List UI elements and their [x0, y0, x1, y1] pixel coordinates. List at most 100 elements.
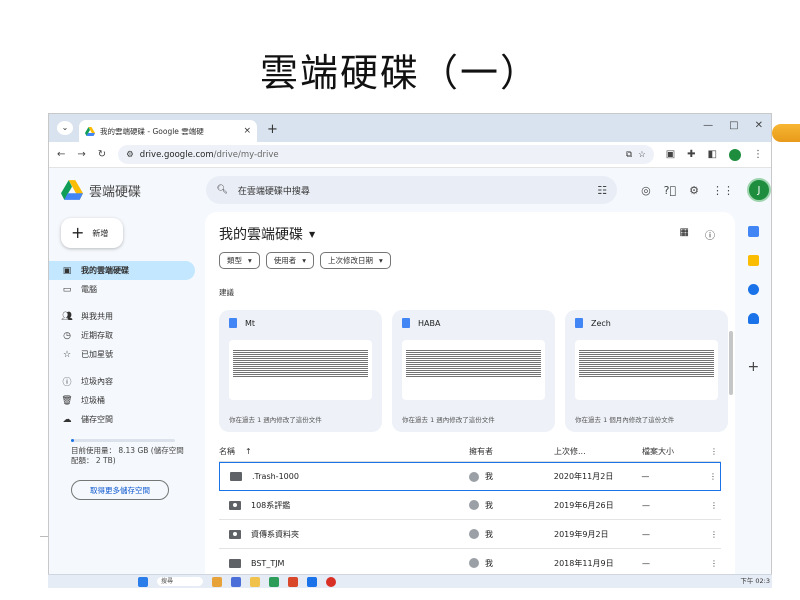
doc-icon	[402, 318, 410, 328]
tasks-icon[interactable]	[747, 284, 759, 295]
sidebar-item-my-drive[interactable]: ▣ 我的雲端硬碟	[49, 261, 195, 280]
filter-modified[interactable]: 上次修改日期 ▾	[320, 252, 391, 269]
url-field[interactable]: ⚙ drive.google.com/drive/my-drive ⧉ ☆	[118, 145, 654, 164]
sidebar-item-trash[interactable]: 🗑︎ 垃圾桶	[49, 391, 195, 410]
sidebar-item-shared[interactable]: 👥︎ 與我共用	[49, 307, 195, 326]
new-button[interactable]: + 新增	[61, 218, 123, 248]
drive-icon: ▣	[62, 265, 72, 276]
file-size: —	[642, 500, 650, 510]
col-name[interactable]: 名稱	[219, 446, 235, 457]
help-icon[interactable]: ?⃝	[664, 184, 676, 197]
bookmark-star-icon[interactable]: ☆	[638, 150, 646, 160]
sidebar-item-label: 與我共用	[81, 312, 113, 321]
slide-title: 雲端硬碟（一）	[259, 51, 540, 95]
doc-thumbnail	[229, 340, 372, 400]
sidebar-item-computers[interactable]: ▭ 電腦	[49, 280, 195, 299]
col-owner[interactable]: 擁有者	[469, 446, 554, 457]
more-options-icon[interactable]: ⋮	[707, 447, 721, 456]
card-title: Mt	[245, 318, 256, 328]
offline-icon[interactable]: ◎	[641, 184, 651, 197]
app-icon[interactable]	[269, 576, 279, 587]
row-more-icon[interactable]: ⋮	[707, 559, 721, 568]
scrollbar[interactable]	[729, 331, 733, 395]
sidebar-item-label: 儲存空間	[81, 415, 113, 424]
row-more-icon[interactable]: ⋮	[707, 501, 721, 510]
suggested-label: 建議	[219, 288, 234, 297]
taskbar-search[interactable]: 搜尋	[157, 577, 203, 586]
contacts-icon[interactable]	[747, 313, 759, 324]
suggested-cards: Mt 你在過去 1 週內修改了這份文件 HABA 你在過去 1 週內修改了這份文…	[219, 310, 735, 432]
search-icon[interactable]: 🔍︎	[216, 185, 227, 195]
suggested-card[interactable]: Mt 你在過去 1 週內修改了這份文件	[219, 310, 382, 432]
keep-icon[interactable]	[747, 255, 759, 266]
table-row[interactable]: .Trash-1000 我 2020年11月2日 — ⋮	[219, 462, 721, 491]
apps-icon[interactable]: ⋮⋮	[712, 184, 734, 197]
card-note: 你在過去 1 個月內修改了這份文件	[575, 416, 675, 424]
sidebar-item-starred[interactable]: ☆ 已加星號	[49, 345, 195, 364]
search-input[interactable]: 🔍︎ 在雲端硬碟中搜尋 ☷	[206, 176, 618, 204]
site-info-icon[interactable]: ⚙	[126, 150, 134, 160]
clock-text: 下午 02:3	[740, 577, 770, 585]
suggested-card[interactable]: Zech 你在過去 1 個月內修改了這份文件	[565, 310, 728, 432]
sidebar-item-label: 垃圾桶	[81, 396, 105, 405]
sidebar-item-storage[interactable]: ☁ 儲存空間	[49, 410, 195, 429]
table-header: 名稱 ↑ 擁有者 上次修... 檔案大小 ⋮	[219, 442, 721, 462]
drive-logo[interactable]: 雲端硬碟	[61, 180, 210, 200]
calendar-icon[interactable]	[747, 226, 759, 237]
suggested-card[interactable]: HABA 你在過去 1 週內修改了這份文件	[392, 310, 555, 432]
start-icon[interactable]	[138, 576, 148, 587]
col-modified[interactable]: 上次修...	[554, 446, 642, 457]
app-icon[interactable]	[212, 576, 222, 587]
file-name: 資傳系資料夾	[251, 529, 299, 539]
person-icon	[469, 500, 479, 510]
menu-icon[interactable]: ⋮	[753, 149, 763, 160]
extension-icon[interactable]: ▣	[666, 149, 675, 160]
row-more-icon[interactable]: ⋮	[707, 530, 721, 539]
new-tab-button[interactable]: +	[267, 122, 278, 137]
filter-type[interactable]: 類型 ▾	[219, 252, 260, 269]
file-size: —	[641, 472, 650, 481]
close-tab-icon[interactable]: ×	[243, 126, 251, 136]
app-icon[interactable]	[288, 576, 298, 587]
folder-app-icon[interactable]	[250, 576, 260, 587]
row-more-icon[interactable]: ⋮	[706, 472, 720, 481]
forward-icon[interactable]: →	[77, 149, 85, 160]
tab-title: 我的雲端硬碟 - Google 雲端硬	[100, 126, 204, 136]
tab-list-icon[interactable]: ⌄	[57, 121, 73, 135]
browser-tab[interactable]: 我的雲端硬碟 - Google 雲端硬 ×	[79, 120, 257, 142]
filter-label: 使用者	[273, 256, 297, 265]
back-icon[interactable]: ←	[57, 149, 65, 160]
puzzle-icon[interactable]: ✚	[687, 149, 695, 160]
owner: 我	[485, 558, 493, 568]
install-icon[interactable]: ⧉	[626, 150, 632, 160]
sort-arrow-icon[interactable]: ↑	[245, 447, 252, 456]
page-title[interactable]: 我的雲端硬碟	[219, 224, 303, 244]
search-options-icon[interactable]: ☷	[597, 184, 607, 197]
details-icon[interactable]: ⓘ	[705, 227, 715, 242]
file-size: —	[642, 558, 650, 568]
col-size[interactable]: 檔案大小	[642, 446, 707, 457]
grid-view-icon[interactable]: ▦	[680, 227, 689, 242]
table-row[interactable]: 資傳系資料夾 我 2019年9月2日 — ⋮	[219, 520, 721, 549]
title-bar: ⌄ 我的雲端硬碟 - Google 雲端硬 × + — □ ✕	[49, 114, 771, 142]
caret-down-icon[interactable]: ▼	[309, 230, 315, 239]
doc-icon	[575, 318, 583, 328]
minimize-icon[interactable]: —	[703, 120, 713, 131]
filter-people[interactable]: 使用者 ▾	[265, 252, 315, 269]
sidepanel-icon[interactable]: ◧	[708, 149, 717, 160]
reload-icon[interactable]: ↻	[98, 149, 106, 160]
chrome-icon[interactable]	[326, 576, 336, 587]
profile-icon[interactable]	[729, 148, 741, 161]
get-storage-button[interactable]: 取得更多儲存空間	[71, 480, 169, 500]
sidebar-item-recent[interactable]: ◷ 近期存取	[49, 326, 195, 345]
sidebar-item-spam[interactable]: ⓘ 垃圾內容	[49, 372, 195, 391]
close-window-icon[interactable]: ✕	[755, 120, 763, 131]
avatar[interactable]: J	[747, 178, 771, 202]
app-icon[interactable]	[307, 576, 317, 587]
maximize-icon[interactable]: □	[729, 120, 738, 131]
add-addon-icon[interactable]: +	[748, 360, 760, 374]
settings-icon[interactable]: ⚙	[689, 184, 699, 197]
table-row[interactable]: 108系評鑑 我 2019年6月26日 — ⋮	[219, 491, 721, 520]
plus-icon: +	[71, 223, 85, 242]
app-icon[interactable]	[231, 576, 241, 587]
